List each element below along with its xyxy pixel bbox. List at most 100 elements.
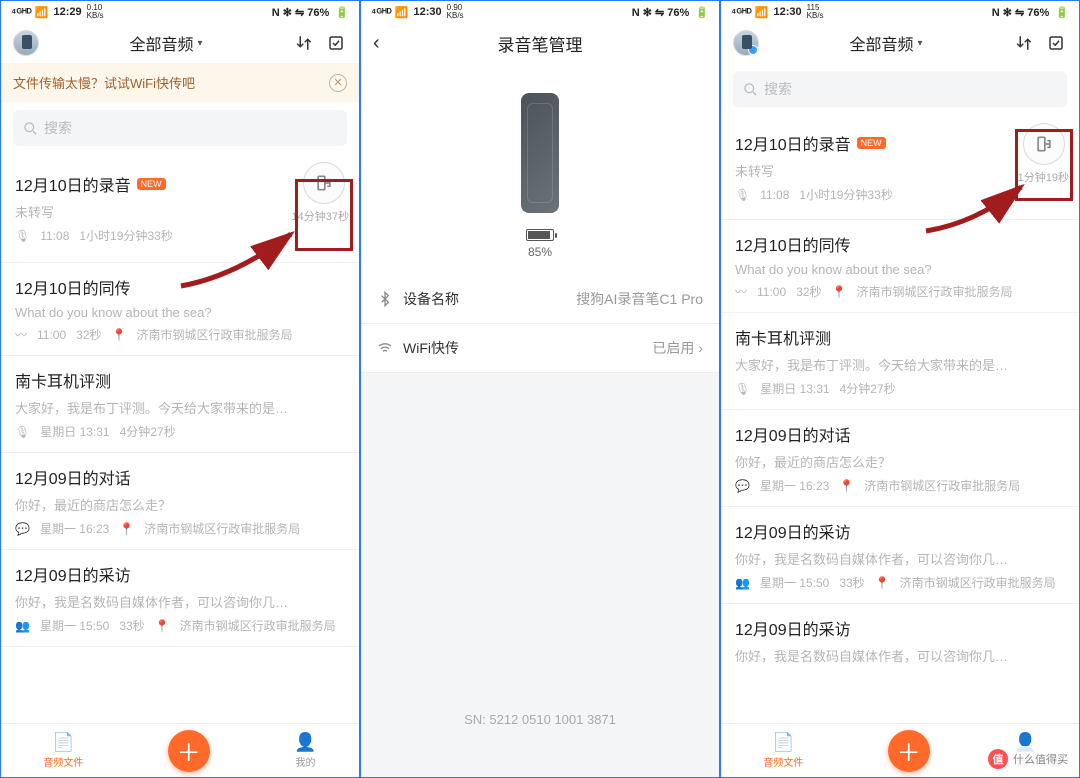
audio-list[interactable]: 12月10日的录音 NEW 未转写 🎙 11:08 1小时19分钟33秒 14分… — [1, 154, 359, 723]
list-item[interactable]: 12月09日的采访 你好，我是名数码自媒体作者，可以咨询你几… 👥 星期一 15… — [721, 507, 1079, 604]
page-title: 录音笔管理 — [373, 31, 707, 56]
location-icon: 📍 — [112, 328, 127, 342]
tab-files[interactable]: 📄 音频文件 — [763, 732, 803, 769]
battery-icon: 🔋 — [695, 6, 709, 19]
bluetooth-icon — [377, 291, 393, 307]
list-item[interactable]: 12月09日的采访 你好，我是名数码自媒体作者，可以咨询你几… 👥 星期一 15… — [1, 550, 359, 647]
list-item[interactable]: 12月10日的录音 NEW 未转写 🎙 11:08 1小时19分钟33秒 1分钟… — [721, 115, 1079, 220]
wifi-icon — [377, 340, 393, 356]
network-icon: ⁴ᴳᴴᴰ 📶 — [11, 6, 49, 19]
sync-time-label: 1分钟19秒 — [1018, 169, 1069, 185]
status-right-icons: N ✻ ⇋ 76% — [272, 6, 330, 19]
notification-dot-icon — [748, 45, 758, 55]
sort-button[interactable] — [1013, 32, 1035, 54]
page-header: ‹ 录音笔管理 — [361, 23, 719, 63]
location-icon: 📍 — [875, 576, 890, 590]
list-item[interactable]: 12月10日的同传 What do you know about the sea… — [721, 220, 1079, 313]
list-item[interactable]: 12月10日的录音 NEW 未转写 🎙 11:08 1小时19分钟33秒 14分… — [1, 154, 359, 263]
tab-files[interactable]: 📄 音频文件 — [43, 732, 83, 769]
people-icon: 👥 — [15, 619, 30, 633]
watermark-text: 什么值得买 — [1013, 751, 1068, 767]
list-item[interactable]: 12月10日的同传 What do you know about the sea… — [1, 263, 359, 356]
battery-percent: 85% — [528, 245, 552, 259]
pane-center: ⁴ᴳᴴᴰ 📶 12:30 0.90KB/s N ✻ ⇋ 76% 🔋 ‹ 录音笔管… — [360, 0, 720, 778]
network-icon: ⁴ᴳᴴᴰ 📶 — [371, 6, 409, 19]
sync-progress-icon[interactable] — [1023, 123, 1065, 165]
location-icon: 📍 — [155, 619, 170, 633]
battery-level-icon — [526, 229, 554, 241]
wifi-transfer-row[interactable]: WiFi快传 已启用 › — [361, 324, 719, 373]
list-item[interactable]: 12月09日的对话 你好，最近的商店怎么走？ 💬 星期一 16:23 📍 济南市… — [721, 410, 1079, 507]
location-icon: 📍 — [119, 522, 134, 536]
device-image — [521, 93, 559, 213]
select-button[interactable] — [325, 32, 347, 54]
list-item[interactable]: 12月09日的采访 你好，我是名数码自媒体作者，可以咨询你几… — [721, 604, 1079, 677]
audio-list[interactable]: 12月10日的录音 NEW 未转写 🎙 11:08 1小时19分钟33秒 1分钟… — [721, 115, 1079, 723]
mic-icon: 🎙 — [735, 188, 750, 202]
wave-icon: 〰 — [15, 326, 27, 343]
avatar[interactable] — [733, 30, 759, 56]
record-button[interactable]: ＋ — [888, 730, 930, 772]
tab-bar: 📄 音频文件 ＋ 👤 我的 — [1, 723, 359, 777]
item-title: 12月10日的录音 — [15, 172, 131, 196]
new-badge: NEW — [857, 137, 886, 149]
search-input[interactable]: 搜索 — [13, 110, 347, 146]
filter-label: 全部音频 — [129, 31, 193, 55]
mic-icon: 🎙 — [15, 425, 30, 439]
chat-icon: 💬 — [735, 479, 750, 493]
filter-label: 全部音频 — [849, 31, 913, 55]
record-button[interactable]: ＋ — [168, 730, 210, 772]
new-badge: NEW — [137, 178, 166, 190]
list-item[interactable]: 南卡耳机评测 大家好，我是布丁评测。今天给大家带来的是… 🎙 星期日 13:31… — [1, 356, 359, 453]
people-icon: 👥 — [735, 576, 750, 590]
status-time: 12:30 — [414, 6, 442, 18]
app-header: 全部音频 ▾ — [1, 23, 359, 63]
status-bar: ⁴ᴳᴴᴰ 📶 12:30 115KB/s N ✻ ⇋ 76% 🔋 — [721, 1, 1079, 23]
chevron-down-icon: ▾ — [197, 38, 202, 49]
mic-icon: 🎙 — [735, 382, 750, 396]
chevron-right-icon: › — [698, 340, 703, 356]
status-right-icons: N ✻ ⇋ 76% — [632, 6, 690, 19]
search-placeholder: 搜索 — [44, 118, 72, 138]
status-right-icons: N ✻ ⇋ 76% — [992, 6, 1050, 19]
close-icon[interactable]: ✕ — [329, 74, 347, 92]
sort-button[interactable] — [293, 32, 315, 54]
device-name-row[interactable]: 设备名称 搜狗AI录音笔C1 Pro — [361, 275, 719, 324]
battery-icon: 🔋 — [335, 6, 349, 19]
status-bar: ⁴ᴳᴴᴰ 📶 12:30 0.90KB/s N ✻ ⇋ 76% 🔋 — [361, 1, 719, 23]
files-icon: 📄 — [52, 732, 74, 753]
chevron-down-icon: ▾ — [917, 38, 922, 49]
filter-dropdown[interactable]: 全部音频 ▾ — [769, 31, 1003, 55]
filter-dropdown[interactable]: 全部音频 ▾ — [49, 31, 283, 55]
location-icon: 📍 — [839, 479, 854, 493]
select-button[interactable] — [1045, 32, 1067, 54]
serial-number: SN: 5212 0510 1001 3871 — [464, 712, 616, 727]
status-bar: ⁴ᴳᴴᴰ 📶 12:29 0.10KB/s N ✻ ⇋ 76% 🔋 — [1, 1, 359, 23]
search-icon — [743, 82, 758, 97]
search-input[interactable]: 搜索 — [733, 71, 1067, 107]
battery-icon: 🔋 — [1055, 6, 1069, 19]
chat-icon: 💬 — [15, 522, 30, 536]
sync-progress-icon[interactable] — [303, 162, 345, 204]
status-time: 12:30 — [774, 6, 802, 18]
sn-area: SN: 5212 0510 1001 3871 — [361, 373, 719, 777]
files-icon: 📄 — [772, 732, 794, 753]
device-preview: 85% — [361, 63, 719, 275]
tab-mine[interactable]: 👤 我的 — [294, 732, 316, 769]
list-item[interactable]: 南卡耳机评测 大家好，我是布丁评测。今天给大家带来的是… 🎙 星期日 13:31… — [721, 313, 1079, 410]
pane-right: ⁴ᴳᴴᴰ 📶 12:30 115KB/s N ✻ ⇋ 76% 🔋 全部音频 ▾ … — [720, 0, 1080, 778]
status-time: 12:29 — [54, 6, 82, 18]
profile-icon: 👤 — [294, 732, 316, 753]
sync-time-label: 14分钟37秒 — [292, 208, 349, 224]
search-placeholder: 搜索 — [764, 79, 792, 99]
watermark: 值 什么值得买 — [982, 746, 1074, 772]
pane-left: ⁴ᴳᴴᴰ 📶 12:29 0.10KB/s N ✻ ⇋ 76% 🔋 全部音频 ▾… — [0, 0, 360, 778]
app-header: 全部音频 ▾ — [721, 23, 1079, 63]
mic-icon: 🎙 — [15, 229, 30, 243]
wave-icon: 〰 — [735, 283, 747, 300]
network-icon: ⁴ᴳᴴᴰ 📶 — [731, 6, 769, 19]
avatar[interactable] — [13, 30, 39, 56]
wifi-banner[interactable]: 文件传输太慢？试试WiFi快传吧 ✕ — [1, 63, 359, 102]
watermark-badge-icon: 值 — [988, 749, 1008, 769]
list-item[interactable]: 12月09日的对话 你好，最近的商店怎么走？ 💬 星期一 16:23 📍 济南市… — [1, 453, 359, 550]
